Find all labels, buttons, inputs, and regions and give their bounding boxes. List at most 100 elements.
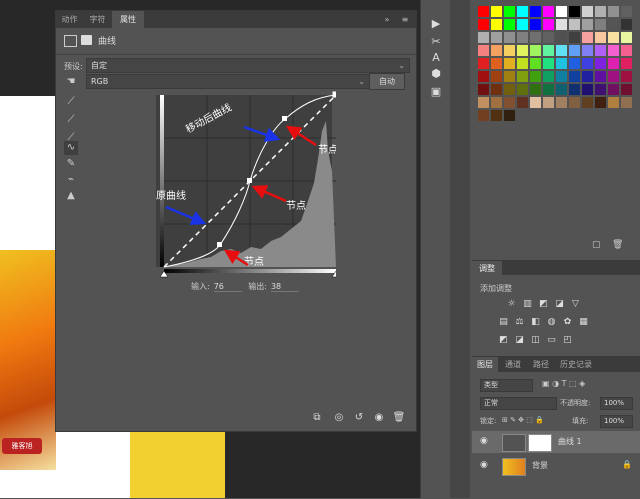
smooth-icon[interactable]: ⌁	[64, 173, 78, 187]
color-balance-icon[interactable]: ⚖	[514, 317, 525, 328]
color-swatch[interactable]	[608, 97, 619, 108]
color-swatch[interactable]	[491, 97, 502, 108]
selective-color-icon[interactable]: ◰	[562, 335, 573, 346]
color-swatch[interactable]	[491, 58, 502, 69]
color-swatch[interactable]	[530, 84, 541, 95]
channel-mixer-icon[interactable]: ✿	[562, 317, 573, 328]
input-field[interactable]: 76	[213, 282, 242, 292]
color-swatch[interactable]	[621, 19, 632, 30]
trash-icon[interactable]: 🗑	[612, 240, 623, 250]
view-previous-icon[interactable]: ◎	[332, 411, 346, 425]
menu-icon[interactable]: ≡	[398, 11, 412, 28]
color-swatch[interactable]	[582, 97, 593, 108]
color-swatch[interactable]	[504, 19, 515, 30]
color-swatch[interactable]	[543, 6, 554, 17]
color-swatch[interactable]	[478, 45, 489, 56]
cube-icon[interactable]: ⬢	[428, 66, 444, 82]
color-swatch[interactable]	[582, 19, 593, 30]
color-swatch[interactable]	[595, 6, 606, 17]
color-swatch[interactable]	[491, 19, 502, 30]
color-swatch[interactable]	[543, 97, 554, 108]
layer-name[interactable]: 背景	[532, 460, 548, 471]
color-swatch[interactable]	[556, 97, 567, 108]
color-swatch[interactable]	[530, 71, 541, 82]
color-swatch[interactable]	[478, 71, 489, 82]
color-swatch[interactable]	[569, 6, 580, 17]
curves-adjustment-icon[interactable]	[64, 35, 77, 47]
tab-adjustments[interactable]: 调整	[472, 261, 502, 276]
color-swatch[interactable]	[491, 110, 502, 121]
color-swatch[interactable]	[621, 45, 632, 56]
curve-node[interactable]	[217, 242, 222, 247]
curves-graph[interactable]: 移动后曲线 原曲线 节点 节点 节点	[156, 91, 336, 281]
color-swatch[interactable]	[504, 45, 515, 56]
color-swatch[interactable]	[530, 19, 541, 30]
color-swatch[interactable]	[504, 110, 515, 121]
fill-field[interactable]: 100%	[600, 415, 633, 428]
color-swatch[interactable]	[582, 84, 593, 95]
clipping-warning-icon[interactable]: ▲	[64, 189, 78, 203]
color-swatch[interactable]	[595, 58, 606, 69]
black-white-icon[interactable]: ◧	[530, 317, 541, 328]
black-eyedropper-icon[interactable]: ⟋	[64, 95, 78, 109]
color-swatch[interactable]	[543, 45, 554, 56]
curve-endpoint[interactable]	[332, 91, 336, 98]
color-swatch[interactable]	[491, 71, 502, 82]
color-swatch[interactable]	[569, 71, 580, 82]
color-swatch[interactable]	[543, 71, 554, 82]
color-swatch[interactable]	[491, 32, 502, 43]
tools-icon[interactable]: ✂	[428, 34, 444, 50]
pencil-icon[interactable]: ✎	[64, 157, 78, 171]
output-field[interactable]: 38	[270, 282, 299, 292]
lock-icons[interactable]: ⊞ ✎ ✥ ⬚ 🔒	[502, 416, 544, 424]
color-swatch[interactable]	[582, 58, 593, 69]
new-swatch-icon[interactable]: ▢	[592, 240, 601, 250]
color-swatch[interactable]	[530, 58, 541, 69]
color-swatch[interactable]	[582, 71, 593, 82]
curve-node[interactable]	[247, 178, 252, 183]
color-swatch[interactable]	[517, 71, 528, 82]
text-a-icon[interactable]: A	[428, 50, 444, 66]
invert-icon[interactable]: ◩	[498, 335, 509, 346]
auto-button[interactable]: 自动	[369, 73, 405, 90]
color-swatch[interactable]	[504, 6, 515, 17]
color-swatch[interactable]	[517, 84, 528, 95]
tab-layers[interactable]: 图层	[472, 357, 498, 372]
color-swatch[interactable]	[478, 84, 489, 95]
layer-name[interactable]: 曲线 1	[558, 436, 582, 447]
tab-character[interactable]: 字符	[84, 11, 111, 28]
color-swatch[interactable]	[582, 6, 593, 17]
color-swatch[interactable]	[517, 45, 528, 56]
color-swatch[interactable]	[478, 97, 489, 108]
channel-select[interactable]: RGB ⌄	[86, 74, 370, 89]
layer-filter-select[interactable]: 类型	[480, 379, 533, 392]
color-swatch[interactable]	[608, 32, 619, 43]
color-swatch[interactable]	[517, 19, 528, 30]
color-swatch[interactable]	[595, 97, 606, 108]
color-swatch[interactable]	[478, 32, 489, 43]
color-lookup-icon[interactable]: ▦	[578, 317, 589, 328]
color-swatch[interactable]	[530, 6, 541, 17]
opacity-field[interactable]: 100%	[600, 397, 633, 410]
vibrance-icon[interactable]: ▽	[570, 299, 581, 310]
clip-to-layer-icon[interactable]: ⧉	[310, 411, 324, 425]
color-swatch[interactable]	[569, 58, 580, 69]
color-swatch[interactable]	[621, 97, 632, 108]
filter-icons[interactable]: ▣ ◑ T ⬚ ◈	[542, 379, 585, 388]
color-swatch[interactable]	[478, 58, 489, 69]
layer-row-background[interactable]: ◉ 背景 🔒	[472, 455, 640, 477]
color-swatch[interactable]	[504, 58, 515, 69]
tab-channels[interactable]: 通道	[500, 357, 526, 372]
color-swatch[interactable]	[608, 45, 619, 56]
color-swatch[interactable]	[569, 19, 580, 30]
color-swatch[interactable]	[530, 97, 541, 108]
color-swatch[interactable]	[556, 58, 567, 69]
exposure-icon[interactable]: ◪	[554, 299, 565, 310]
color-swatch[interactable]	[608, 71, 619, 82]
color-swatch[interactable]	[543, 19, 554, 30]
levels-icon[interactable]: ▥	[522, 299, 533, 310]
color-swatch[interactable]	[569, 97, 580, 108]
visibility-icon[interactable]: ◉	[372, 411, 386, 425]
color-swatch[interactable]	[569, 32, 580, 43]
color-swatch[interactable]	[504, 71, 515, 82]
